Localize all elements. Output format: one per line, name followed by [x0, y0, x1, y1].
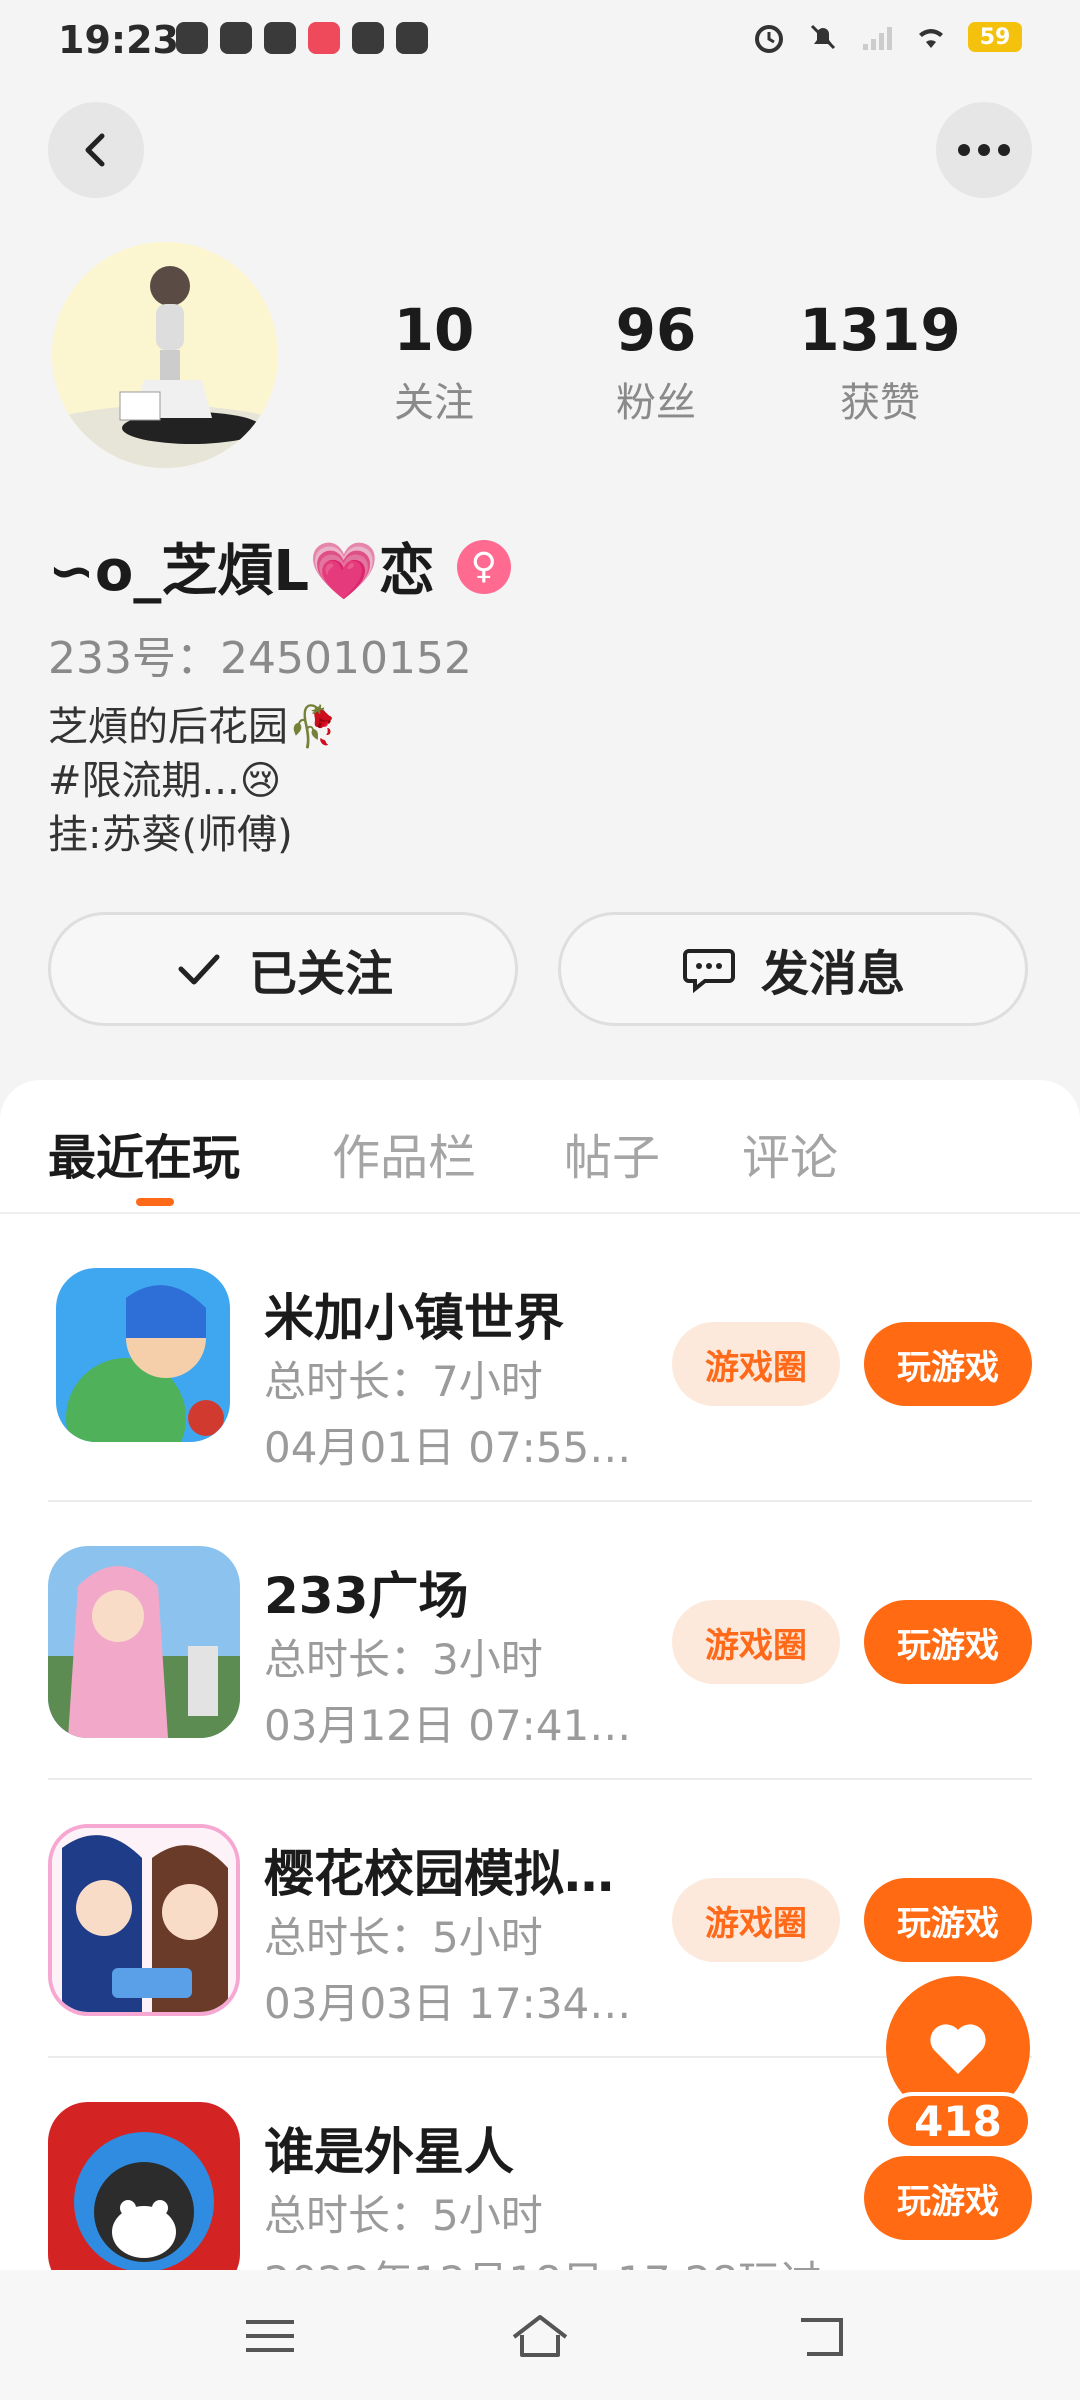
notification-icons — [176, 22, 428, 54]
back-nav-icon — [801, 2318, 843, 2356]
game-name: 233广场 — [264, 1567, 469, 1625]
game-icon-alien — [48, 2102, 240, 2270]
tab-indicator — [136, 1198, 174, 1206]
play-game-button[interactable]: 玩游戏 — [864, 1322, 1032, 1406]
game-duration: 总时长：3小时 — [264, 1635, 543, 1684]
menu-icon — [246, 2320, 294, 2352]
following-label: 关注 — [394, 380, 474, 426]
bio-line: 芝熕的后花园🥀 — [48, 704, 338, 750]
bio-line: #限流期...😢 — [48, 758, 282, 804]
chevron-left-icon — [85, 133, 105, 167]
username-row: ∽o_芝熕L💗恋 ♀ — [48, 526, 511, 607]
game-row[interactable]: 米加小镇世界 总时长：7小时 04月01日 07:55… 游戏圈 玩游戏 — [0, 1224, 1080, 1502]
game-circle-button[interactable]: 游戏圈 — [672, 1878, 840, 1962]
tab-comments[interactable]: 评论 — [742, 1118, 838, 1188]
game-duration: 总时长：7小时 — [264, 1357, 543, 1406]
avatar-image — [52, 242, 278, 468]
signal-icon — [863, 27, 892, 50]
followers-label: 粉丝 — [616, 380, 696, 426]
tab-recently-played[interactable]: 最近在玩 — [48, 1118, 240, 1188]
likes-count: 1319 — [799, 296, 961, 364]
battery-icon: 59 — [968, 22, 1022, 52]
send-message-label: 发消息 — [760, 946, 905, 1002]
game-circle-button[interactable]: 游戏圈 — [672, 1600, 840, 1684]
game-duration: 总时长：5小时 — [264, 1913, 543, 1962]
send-message-button[interactable]: 发消息 — [558, 912, 1028, 1026]
following-count: 10 — [393, 296, 475, 364]
menu-button[interactable] — [240, 2306, 300, 2366]
game-name: 谁是外星人 — [264, 2123, 514, 2181]
app-notification-icon — [308, 22, 340, 54]
system-nav-bar — [0, 2270, 1080, 2400]
game-icon-233-plaza — [48, 1546, 240, 1738]
app-notification-icon — [396, 22, 428, 54]
alarm-icon — [755, 25, 783, 53]
female-gender-icon: ♀ — [456, 539, 511, 594]
home-icon — [512, 2315, 568, 2357]
bio-line: 挂:苏葵(师傅) — [48, 812, 293, 858]
game-icon-miga — [56, 1268, 230, 1442]
game-circle-button[interactable]: 游戏圈 — [672, 1322, 840, 1406]
play-game-button[interactable]: 玩游戏 — [864, 1600, 1032, 1684]
game-name: 樱花校园模拟… — [264, 1845, 614, 1903]
followed-label: 已关注 — [248, 946, 393, 1002]
tab-posts[interactable]: 帖子 — [564, 1118, 660, 1188]
followers-stat[interactable]: 96 粉丝 — [566, 296, 746, 428]
followed-button[interactable]: 已关注 — [48, 912, 518, 1026]
user-id: 233号：245010152 — [48, 633, 472, 684]
back-nav-button[interactable] — [792, 2306, 852, 2366]
app-notification-icon — [352, 22, 384, 54]
home-button[interactable] — [510, 2306, 570, 2366]
check-icon — [178, 954, 220, 985]
followers-count: 96 — [615, 296, 697, 364]
following-stat[interactable]: 10 关注 — [344, 296, 524, 428]
game-duration: 总时长：5小时 — [264, 2191, 543, 2240]
avatar[interactable] — [52, 242, 278, 468]
status-time: 19:23 — [58, 18, 179, 62]
likes-label: 获赞 — [840, 380, 920, 426]
message-icon — [682, 949, 735, 994]
back-button[interactable] — [48, 102, 144, 198]
tab-works[interactable]: 作品栏 — [332, 1118, 476, 1188]
game-last-played: 03月12日 07:41… — [264, 1701, 632, 1750]
game-row[interactable]: 233广场 总时长：3小时 03月12日 07:41… 游戏圈 玩游戏 — [0, 1502, 1080, 1780]
status-bar: 19:23 59 — [0, 0, 1080, 84]
wifi-icon — [919, 29, 943, 48]
app-notification-icon — [176, 22, 208, 54]
game-last-played: 2022年12月18日 17:28玩过 — [264, 2248, 822, 2270]
play-game-button[interactable]: 玩游戏 — [864, 1878, 1032, 1962]
tab-bar: 最近在玩 作品栏 帖子 评论 — [0, 1080, 1080, 1214]
game-last-played: 03月03日 17:34… — [264, 1979, 632, 2028]
mute-icon — [810, 24, 836, 50]
more-icon — [958, 144, 1010, 156]
app-notification-icon — [220, 22, 252, 54]
bio: 芝熕的后花园🥀 #限流期...😢 挂:苏葵(师傅) — [48, 700, 338, 862]
like-count: 418 — [884, 2092, 1032, 2150]
more-options-button[interactable] — [936, 102, 1032, 198]
heart-icon — [930, 2024, 986, 2074]
game-name: 米加小镇世界 — [264, 1289, 564, 1347]
game-last-played: 04月01日 07:55… — [264, 1423, 632, 1472]
app-notification-icon — [264, 22, 296, 54]
game-icon-sakura-school — [48, 1824, 240, 2016]
play-game-button[interactable]: 玩游戏 — [864, 2156, 1032, 2240]
username: ∽o_芝熕L💗恋 — [48, 539, 435, 604]
likes-stat[interactable]: 1319 获赞 — [790, 296, 970, 428]
